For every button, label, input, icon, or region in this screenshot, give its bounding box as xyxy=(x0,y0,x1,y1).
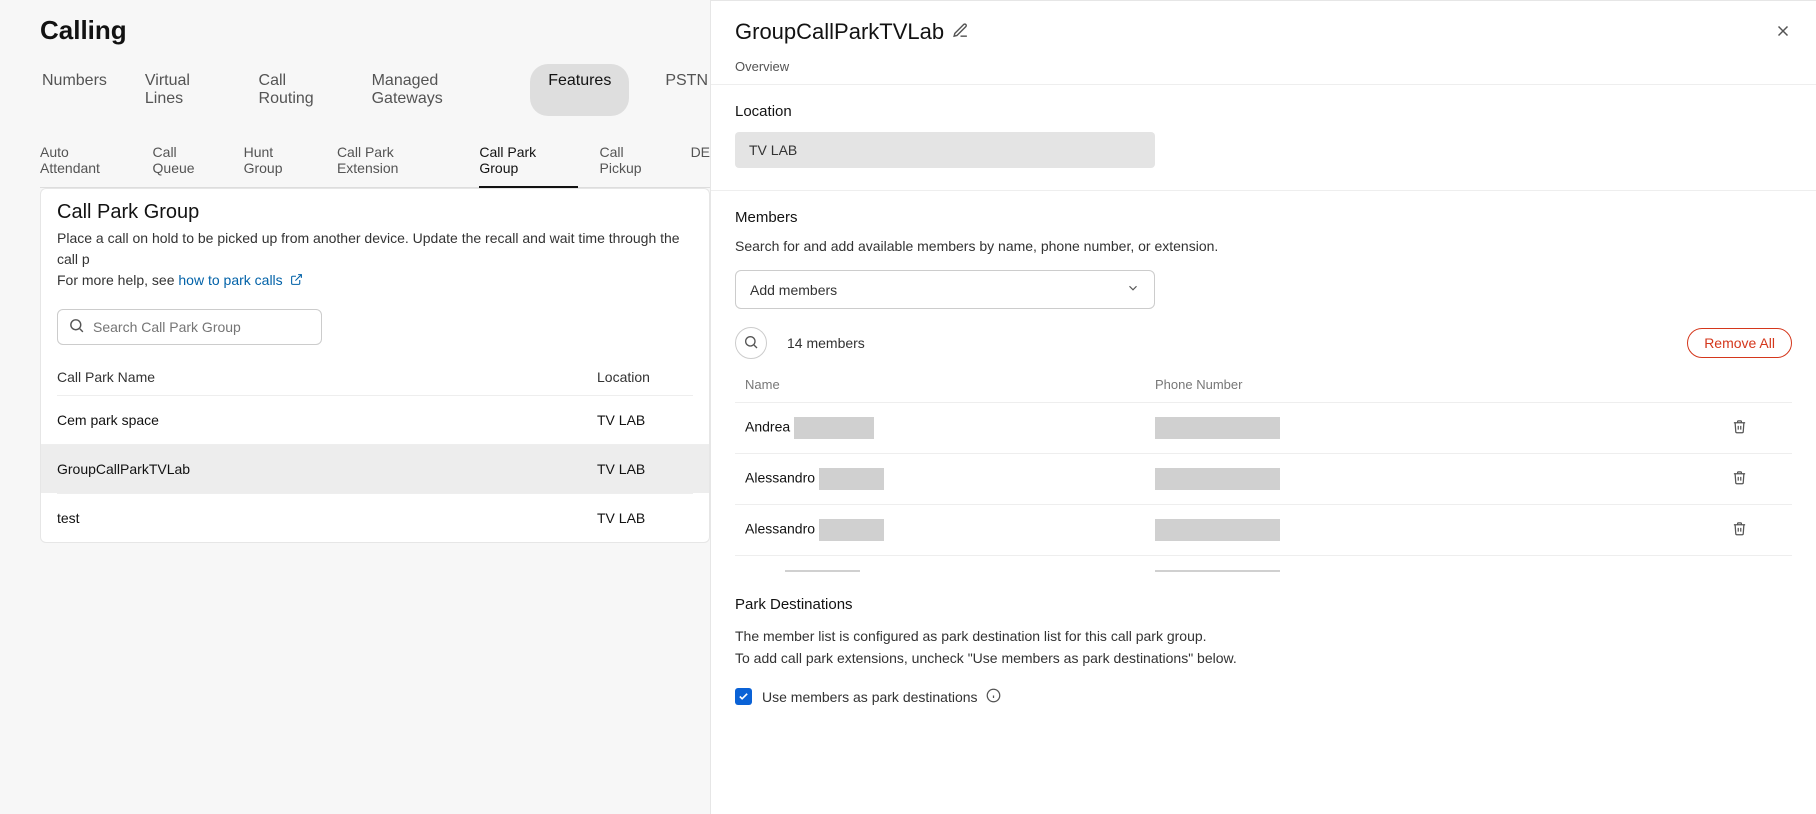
redacted-block xyxy=(794,417,874,439)
cell-location: TV LAB xyxy=(597,412,693,428)
col-location: Location xyxy=(597,369,693,385)
search-call-park-group[interactable] xyxy=(57,309,322,345)
cell-location: TV LAB xyxy=(597,461,693,477)
members-col-phone: Phone Number xyxy=(1155,377,1732,392)
member-row: Andrea xyxy=(735,402,1792,453)
delete-member-button[interactable] xyxy=(1732,421,1747,437)
redacted-block xyxy=(1155,417,1280,439)
park-destinations-desc-1: The member list is configured as park de… xyxy=(735,625,1792,647)
table-row[interactable]: GroupCallParkTVLab TV LAB xyxy=(41,444,709,493)
search-icon xyxy=(68,317,85,337)
members-label: Members xyxy=(735,209,1792,226)
subtab-hunt-group[interactable]: Hunt Group xyxy=(244,138,315,187)
members-count: 14 members xyxy=(787,335,865,351)
members-search-button[interactable] xyxy=(735,327,767,359)
member-first-name: Andrea xyxy=(745,419,790,435)
search-icon xyxy=(743,334,759,353)
member-row: Alessandro xyxy=(735,453,1792,504)
redacted-block xyxy=(1155,570,1280,572)
table-header: Call Park Name Location xyxy=(57,359,693,395)
table-row[interactable]: test TV LAB xyxy=(57,493,693,542)
close-button[interactable] xyxy=(1774,22,1792,43)
redacted-block xyxy=(1155,519,1280,541)
member-first-name: Alessandro xyxy=(745,470,815,486)
tab-numbers[interactable]: Numbers xyxy=(40,64,109,116)
help-link[interactable]: how to park calls xyxy=(178,272,302,288)
cell-name: test xyxy=(57,510,597,526)
cell-name: GroupCallParkTVLab xyxy=(57,461,597,477)
use-members-checkbox-label: Use members as park destinations xyxy=(762,689,978,705)
member-first-name: Alessandro xyxy=(745,521,815,537)
add-members-dropdown[interactable]: Add members xyxy=(735,270,1155,309)
member-row: Alessandro xyxy=(735,504,1792,555)
tab-pstn[interactable]: PSTN xyxy=(663,64,710,116)
sub-tabs: Auto Attendant Call Queue Hunt Group Cal… xyxy=(40,138,710,188)
help-row: For more help, see how to park calls xyxy=(57,272,693,289)
park-destinations-desc-2: To add call park extensions, uncheck "Us… xyxy=(735,647,1792,669)
redacted-block xyxy=(819,519,884,541)
help-prefix: For more help, see xyxy=(57,272,178,288)
external-link-icon xyxy=(290,273,303,289)
page-title: Calling xyxy=(40,15,710,46)
tab-virtual-lines[interactable]: Virtual Lines xyxy=(143,64,223,116)
subtab-call-queue[interactable]: Call Queue xyxy=(153,138,222,187)
tab-features[interactable]: Features xyxy=(530,64,629,116)
subtab-call-park-extension[interactable]: Call Park Extension xyxy=(337,138,457,187)
redacted-block xyxy=(785,570,860,572)
subtab-call-park-group[interactable]: Call Park Group xyxy=(479,138,577,188)
main-tabs: Numbers Virtual Lines Call Routing Manag… xyxy=(40,64,710,116)
panel-title: GroupCallParkTVLab xyxy=(735,19,944,45)
members-col-name: Name xyxy=(745,377,1155,392)
help-link-text: how to park calls xyxy=(178,272,282,288)
subtab-auto-attendant[interactable]: Auto Attendant xyxy=(40,138,131,187)
members-description: Search for and add available members by … xyxy=(735,238,1792,254)
park-destinations-label: Park Destinations xyxy=(735,596,1792,613)
search-input[interactable] xyxy=(93,319,311,335)
redacted-block xyxy=(1155,468,1280,490)
delete-member-button[interactable] xyxy=(1732,472,1747,488)
redacted-block xyxy=(819,468,884,490)
edit-icon[interactable] xyxy=(952,22,969,42)
add-members-label: Add members xyxy=(750,282,837,298)
col-call-park-name: Call Park Name xyxy=(57,369,597,385)
table-row[interactable]: Cem park space TV LAB xyxy=(57,395,693,444)
info-icon[interactable] xyxy=(986,688,1001,706)
location-value: TV LAB xyxy=(735,132,1155,168)
location-label: Location xyxy=(735,103,1792,120)
section-title: Call Park Group xyxy=(57,201,693,224)
section-description: Place a call on hold to be picked up fro… xyxy=(57,228,693,270)
tab-managed-gateways[interactable]: Managed Gateways xyxy=(370,64,497,116)
cell-name: Cem park space xyxy=(57,412,597,428)
members-body[interactable]: Andrea Alessandro xyxy=(735,402,1792,572)
member-row: Giulia xyxy=(735,555,1792,572)
subtab-de[interactable]: DE xyxy=(691,138,710,187)
delete-member-button[interactable] xyxy=(1732,523,1747,539)
members-table: Name Phone Number Andrea xyxy=(735,367,1792,572)
subtab-call-pickup[interactable]: Call Pickup xyxy=(600,138,669,187)
panel-overview-label: Overview xyxy=(711,59,1816,85)
use-members-checkbox[interactable] xyxy=(735,688,752,705)
cell-location: TV LAB xyxy=(597,510,693,526)
remove-all-button[interactable]: Remove All xyxy=(1687,328,1792,358)
detail-panel: GroupCallParkTVLab Overview Location TV … xyxy=(710,0,1816,814)
tab-call-routing[interactable]: Call Routing xyxy=(257,64,336,116)
chevron-down-icon xyxy=(1126,281,1140,298)
